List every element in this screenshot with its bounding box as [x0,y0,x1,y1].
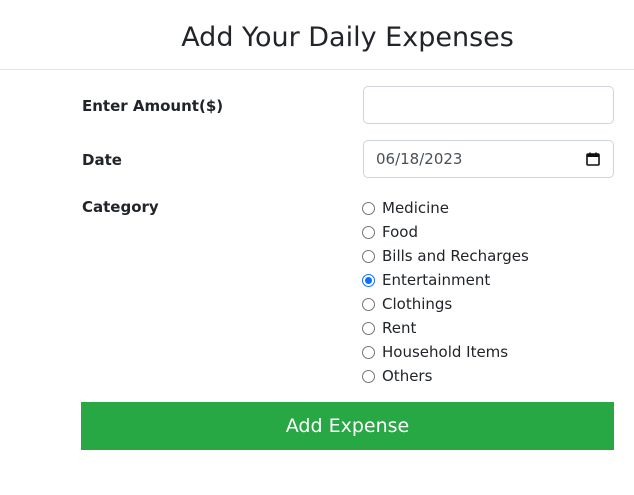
calendar-icon[interactable] [585,151,601,167]
radio-button[interactable] [362,225,375,239]
category-label: Category [82,198,159,216]
category-option-medicine[interactable]: Medicine [362,196,622,220]
category-option-household-items[interactable]: Household Items [362,340,622,364]
page-header: Add Your Daily Expenses [0,0,634,70]
radio-button-selected[interactable] [362,273,375,287]
radio-label: Rent [382,319,417,337]
radio-button[interactable] [362,249,375,263]
radio-button[interactable] [362,201,375,215]
date-input[interactable]: 06/18/2023 [363,140,614,178]
date-value: 06/18/2023 [376,150,463,168]
amount-input[interactable] [363,86,614,124]
page-title: Add Your Daily Expenses [181,22,514,53]
radio-label: Others [382,367,433,385]
category-option-others[interactable]: Others [362,364,622,388]
category-option-clothings[interactable]: Clothings [362,292,622,316]
radio-button[interactable] [362,297,375,311]
category-option-bills-and-recharges[interactable]: Bills and Recharges [362,244,622,268]
amount-label: Enter Amount($) [82,97,224,115]
date-label: Date [82,151,122,169]
radio-button[interactable] [362,345,375,359]
category-option-entertainment[interactable]: Entertainment [362,268,622,292]
radio-label: Clothings [382,295,453,313]
category-radio-group: Medicine Food Bills and Recharges Entert… [362,196,622,388]
radio-label: Medicine [382,199,450,217]
radio-label: Entertainment [382,271,491,289]
radio-label: Bills and Recharges [382,247,529,265]
radio-button[interactable] [362,369,375,383]
radio-button[interactable] [362,321,375,335]
add-expense-button[interactable]: Add Expense [81,402,614,450]
category-option-food[interactable]: Food [362,220,622,244]
radio-label: Household Items [382,343,509,361]
category-option-rent[interactable]: Rent [362,316,622,340]
radio-label: Food [382,223,418,241]
